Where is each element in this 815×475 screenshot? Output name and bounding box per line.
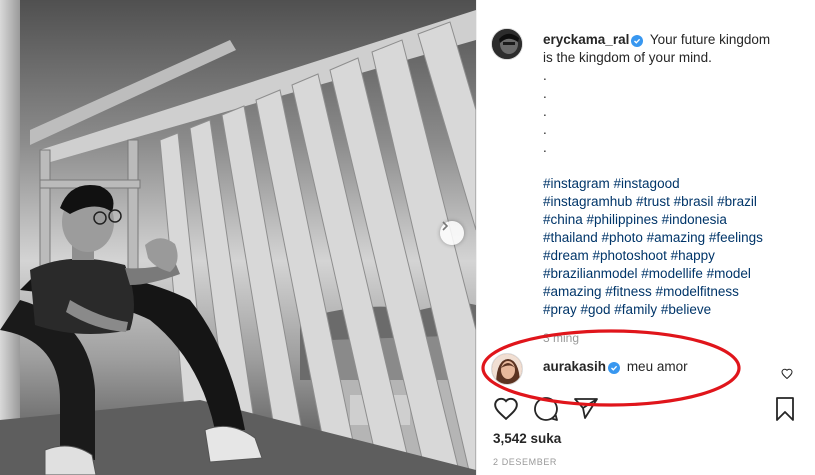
caption-time-ago[interactable]: 3 ming [543,331,579,345]
caption-dot: . [543,68,547,83]
caption-username[interactable]: eryckama_ral [543,32,629,47]
caption-dot: . [543,140,547,155]
share-icon [574,398,598,419]
comment-username[interactable]: aurakasih [543,359,606,374]
comment-icon [534,397,558,421]
likes-count[interactable]: 3,542 suka [493,431,561,446]
caption-dots: . . . . . [543,67,803,157]
heart-icon [494,397,518,421]
bookmark-icon [776,397,794,421]
hashtag-line[interactable]: #instagram #instagood [543,175,803,193]
post-date: 2 DESEMBER [493,457,558,467]
save-button[interactable] [775,396,795,427]
hashtag-line[interactable]: #brazilianmodel #modellife #model [543,265,803,283]
caption-dot: . [543,86,547,101]
comment-button[interactable] [533,396,559,427]
heart-icon[interactable] [781,366,793,384]
caption-line-2: is the kingdom of your mind. [543,50,712,65]
carousel-next-button[interactable] [440,221,464,245]
caption-line-1: Your future kingdom [649,32,771,47]
caption-dot: . [543,122,547,137]
comment-text: aurakasih meu amor [543,359,688,374]
hashtag-line[interactable]: #instagramhub #trust #brasil #brazil [543,193,803,211]
like-button[interactable] [493,396,519,425]
avatar[interactable] [491,28,523,60]
hashtag-line[interactable]: #china #philippines #indonesia [543,211,803,229]
photo-illustration [0,0,476,475]
caption-dot: . [543,104,547,119]
hashtag-line[interactable]: #pray #god #family #believe [543,301,803,319]
hashtags: #instagram #instagood #instagramhub #tru… [543,175,803,319]
caption-text: eryckama_ral Your future kingdom is the … [543,31,803,319]
share-button[interactable] [573,396,599,425]
hashtag-line[interactable]: #dream #photoshoot #happy [543,247,803,265]
post-side-panel: eryckama_ral Your future kingdom is the … [476,0,815,475]
verified-badge-icon [631,35,644,47]
comment-row: aurakasih meu amor [491,353,806,387]
post-photo[interactable] [0,0,476,475]
comment-body: meu amor [626,359,688,374]
comment-avatar[interactable] [491,353,523,385]
post-actions [493,396,803,424]
verified-badge-icon [608,362,621,374]
hashtag-line[interactable]: #amazing #fitness #modelfitness [543,283,803,301]
hashtag-line[interactable]: #thailand #photo #amazing #feelings [543,229,803,247]
